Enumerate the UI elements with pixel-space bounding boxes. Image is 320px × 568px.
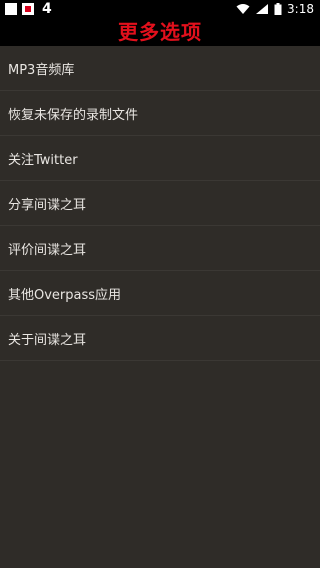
menu-item-label: 评价间谍之耳 bbox=[8, 242, 87, 258]
page-title: 更多选项 bbox=[118, 20, 202, 44]
menu-item-follow-twitter[interactable]: 关注Twitter bbox=[0, 136, 320, 181]
menu-item-other-apps[interactable]: 其他Overpass应用 bbox=[0, 271, 320, 316]
menu-item-label: 关于间谍之耳 bbox=[8, 332, 87, 348]
menu-item-label: MP3音频库 bbox=[8, 62, 75, 78]
menu-item-label: 分享间谍之耳 bbox=[8, 197, 87, 213]
wifi-icon bbox=[236, 4, 250, 14]
app-header: 更多选项 bbox=[0, 18, 320, 46]
battery-icon bbox=[274, 3, 282, 15]
clock: 3:18 bbox=[287, 2, 314, 16]
menu-item-label: 关注Twitter bbox=[8, 152, 78, 168]
notification-count: 4 bbox=[42, 1, 52, 17]
notification-icon bbox=[5, 3, 17, 15]
status-bar: 4 3:18 bbox=[0, 0, 320, 18]
app-notification-icon bbox=[22, 3, 34, 15]
system-icons: 3:18 bbox=[236, 0, 314, 18]
options-menu: MP3音频库 恢复未保存的录制文件 关注Twitter 分享间谍之耳 评价间谍之… bbox=[0, 46, 320, 361]
menu-item-about[interactable]: 关于间谍之耳 bbox=[0, 316, 320, 361]
cell-signal-icon bbox=[256, 4, 269, 14]
menu-item-rate-app[interactable]: 评价间谍之耳 bbox=[0, 226, 320, 271]
menu-item-share-app[interactable]: 分享间谍之耳 bbox=[0, 181, 320, 226]
menu-item-label: 其他Overpass应用 bbox=[8, 287, 122, 303]
menu-item-mp3-library[interactable]: MP3音频库 bbox=[0, 46, 320, 91]
menu-item-recover-recordings[interactable]: 恢复未保存的录制文件 bbox=[0, 91, 320, 136]
menu-item-label: 恢复未保存的录制文件 bbox=[8, 107, 139, 123]
notification-area: 4 bbox=[5, 0, 52, 18]
